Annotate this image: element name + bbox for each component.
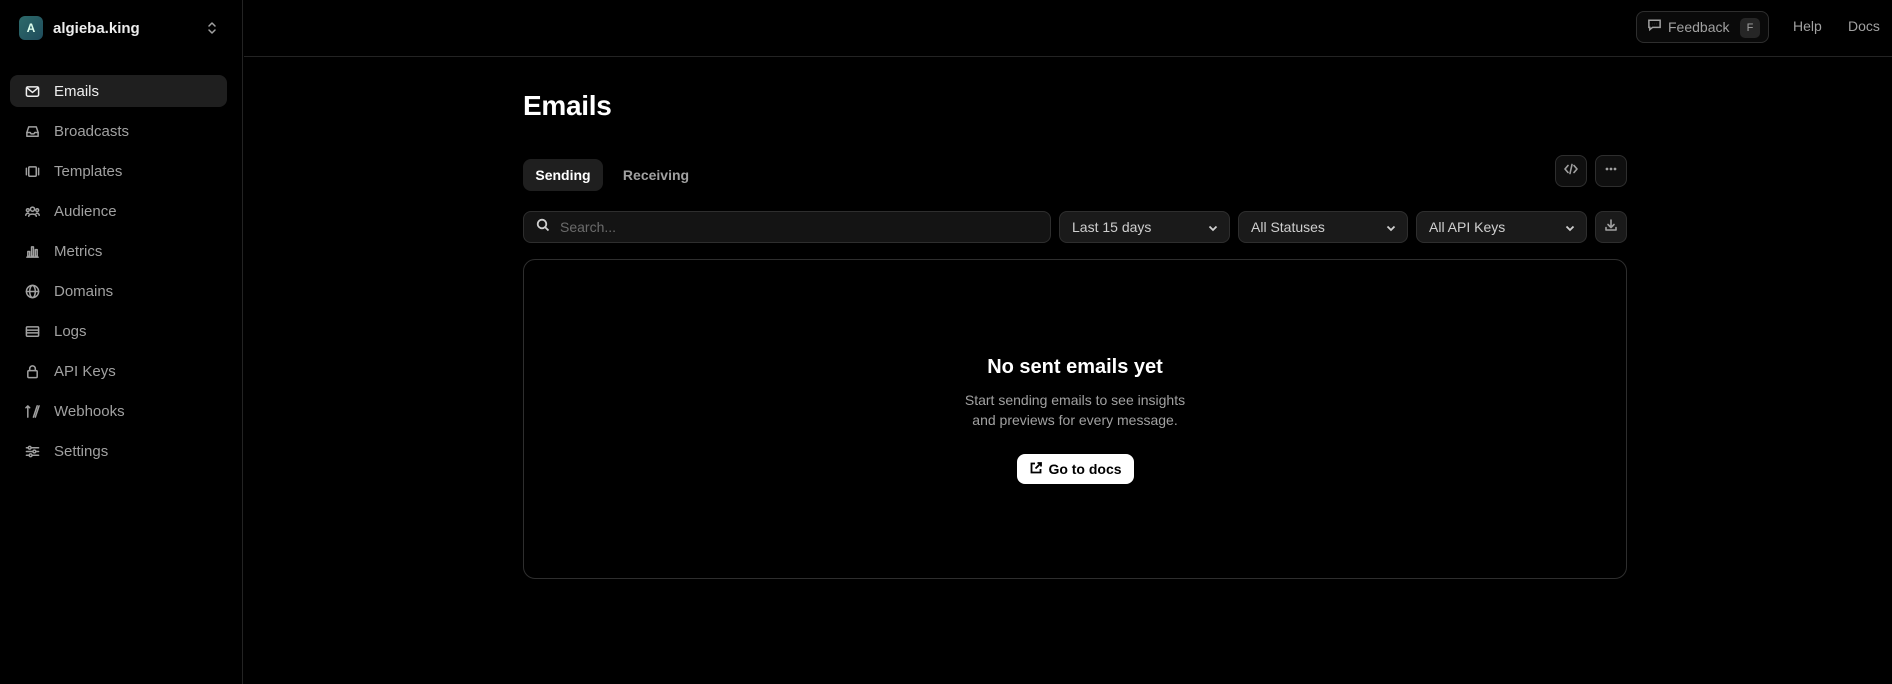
chevron-down-icon [1564, 221, 1576, 233]
logs-icon [24, 323, 40, 339]
sidebar-item-settings[interactable]: Settings [10, 435, 227, 467]
sidebar-item-label: Broadcasts [54, 122, 130, 140]
bar-chart-icon [24, 243, 40, 259]
users-icon [24, 203, 40, 219]
inbox-icon [24, 123, 40, 139]
chevron-up-down-icon [205, 19, 219, 37]
empty-state-card: No sent emails yet Start sending emails … [523, 259, 1627, 579]
more-options-button[interactable] [1595, 155, 1627, 187]
download-icon [1604, 218, 1618, 237]
code-view-button[interactable] [1555, 155, 1587, 187]
go-to-docs-button[interactable]: Go to docs [1017, 454, 1134, 484]
search-field[interactable] [523, 211, 1051, 243]
api-keys-value: All API Keys [1429, 219, 1506, 235]
team-avatar: A [19, 16, 43, 40]
status-value: All Statuses [1251, 219, 1325, 235]
templates-icon [24, 163, 40, 179]
team-name: algieba.king [53, 19, 140, 37]
sidebar-item-label: Emails [54, 82, 100, 100]
chevron-down-icon [1385, 221, 1397, 233]
sidebar: A algieba.king Emails Broadcasts Templat… [0, 0, 243, 684]
docs-link[interactable]: Docs [1848, 18, 1880, 34]
sidebar-item-broadcasts[interactable]: Broadcasts [10, 115, 227, 147]
sidebar-item-audience[interactable]: Audience [10, 195, 227, 227]
lock-icon [24, 363, 40, 379]
api-keys-select[interactable]: All API Keys [1416, 211, 1587, 243]
sidebar-item-label: Logs [54, 322, 87, 340]
mail-icon [24, 83, 40, 99]
empty-state-title: No sent emails yet [987, 356, 1163, 378]
search-input[interactable] [560, 219, 1040, 235]
feedback-button[interactable]: Feedback F [1636, 11, 1769, 43]
export-button[interactable] [1595, 211, 1627, 243]
message-icon [1647, 17, 1662, 37]
sidebar-item-templates[interactable]: Templates [10, 155, 227, 187]
sidebar-nav: Emails Broadcasts Templates Audience Met… [10, 75, 227, 475]
sliders-icon [24, 443, 40, 459]
sidebar-item-webhooks[interactable]: Webhooks [10, 395, 227, 427]
page-title: Emails [523, 90, 612, 121]
external-link-icon [1029, 461, 1048, 478]
empty-state-description-line: and previews for every message. [972, 412, 1178, 428]
sidebar-item-domains[interactable]: Domains [10, 275, 227, 307]
sidebar-item-label: Domains [54, 282, 114, 300]
empty-state-description-line: Start sending emails to see insights [964, 392, 1186, 408]
feedback-label: Feedback [1668, 19, 1730, 35]
search-icon [536, 218, 550, 237]
sidebar-item-label: Metrics [54, 242, 103, 260]
go-to-docs-label: Go to docs [1048, 461, 1122, 477]
code-icon [1564, 162, 1578, 181]
status-select[interactable]: All Statuses [1238, 211, 1408, 243]
sidebar-item-label: API Keys [54, 362, 116, 380]
sidebar-item-metrics[interactable]: Metrics [10, 235, 227, 267]
date-range-select[interactable]: Last 15 days [1059, 211, 1230, 243]
tab-sending[interactable]: Sending [523, 159, 603, 191]
more-horizontal-icon [1604, 162, 1618, 181]
feedback-shortcut-key: F [1740, 18, 1760, 38]
sidebar-item-logs[interactable]: Logs [10, 315, 227, 347]
sidebar-item-label: Settings [54, 442, 109, 460]
tab-receiving[interactable]: Receiving [612, 159, 700, 191]
sidebar-item-label: Templates [54, 162, 123, 180]
sidebar-item-emails[interactable]: Emails [10, 75, 227, 107]
sidebar-item-api-keys[interactable]: API Keys [10, 355, 227, 387]
date-range-value: Last 15 days [1072, 219, 1152, 235]
sidebar-item-label: Audience [54, 202, 117, 220]
globe-icon [24, 283, 40, 299]
team-switcher[interactable]: A algieba.king [19, 16, 219, 40]
sidebar-item-label: Webhooks [54, 402, 125, 420]
help-link[interactable]: Help [1793, 18, 1822, 34]
webhook-icon [24, 403, 40, 419]
chevron-down-icon [1207, 221, 1219, 233]
empty-state-description: Start sending emails to see insights and… [524, 390, 1626, 430]
